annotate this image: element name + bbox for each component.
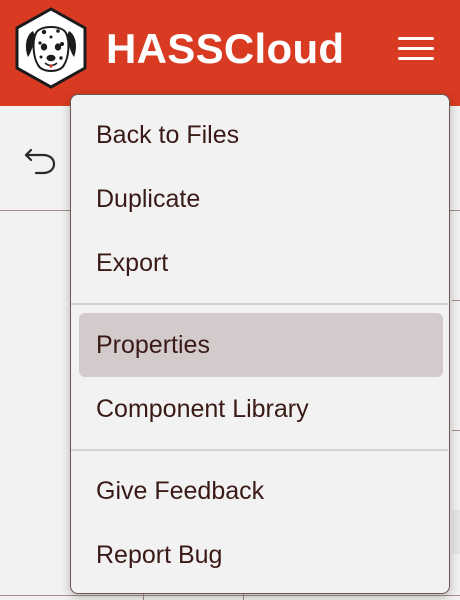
- menu-item-properties[interactable]: Properties: [79, 313, 443, 377]
- menu-item-duplicate[interactable]: Duplicate: [79, 167, 443, 231]
- menu-item-component-library[interactable]: Component Library: [79, 377, 443, 441]
- background-divider: [452, 300, 460, 301]
- dalmatian-logo-icon[interactable]: [14, 7, 88, 89]
- hamburger-line: [398, 57, 434, 60]
- background-divider: [0, 595, 460, 596]
- menu-item-back-to-files[interactable]: Back to Files: [79, 103, 443, 167]
- menu-divider: [71, 449, 448, 451]
- app-title: HASSCloud: [106, 25, 345, 72]
- background-divider: [452, 430, 460, 431]
- undo-arrow-icon[interactable]: [22, 138, 58, 178]
- options-dropdown-menu: Back to Files Duplicate Export Propertie…: [70, 94, 450, 594]
- hamburger-menu-icon[interactable]: [396, 31, 438, 65]
- menu-item-report-bug[interactable]: Report Bug: [79, 523, 443, 587]
- hamburger-line: [398, 47, 434, 50]
- menu-item-export[interactable]: Export: [79, 231, 443, 295]
- menu-divider: [71, 303, 448, 305]
- app-header: HASSCloud: [0, 0, 460, 106]
- hamburger-line: [398, 37, 434, 40]
- menu-item-give-feedback[interactable]: Give Feedback: [79, 459, 443, 523]
- background-divider: [243, 594, 244, 600]
- background-divider: [143, 594, 144, 600]
- background-panel: [452, 510, 460, 554]
